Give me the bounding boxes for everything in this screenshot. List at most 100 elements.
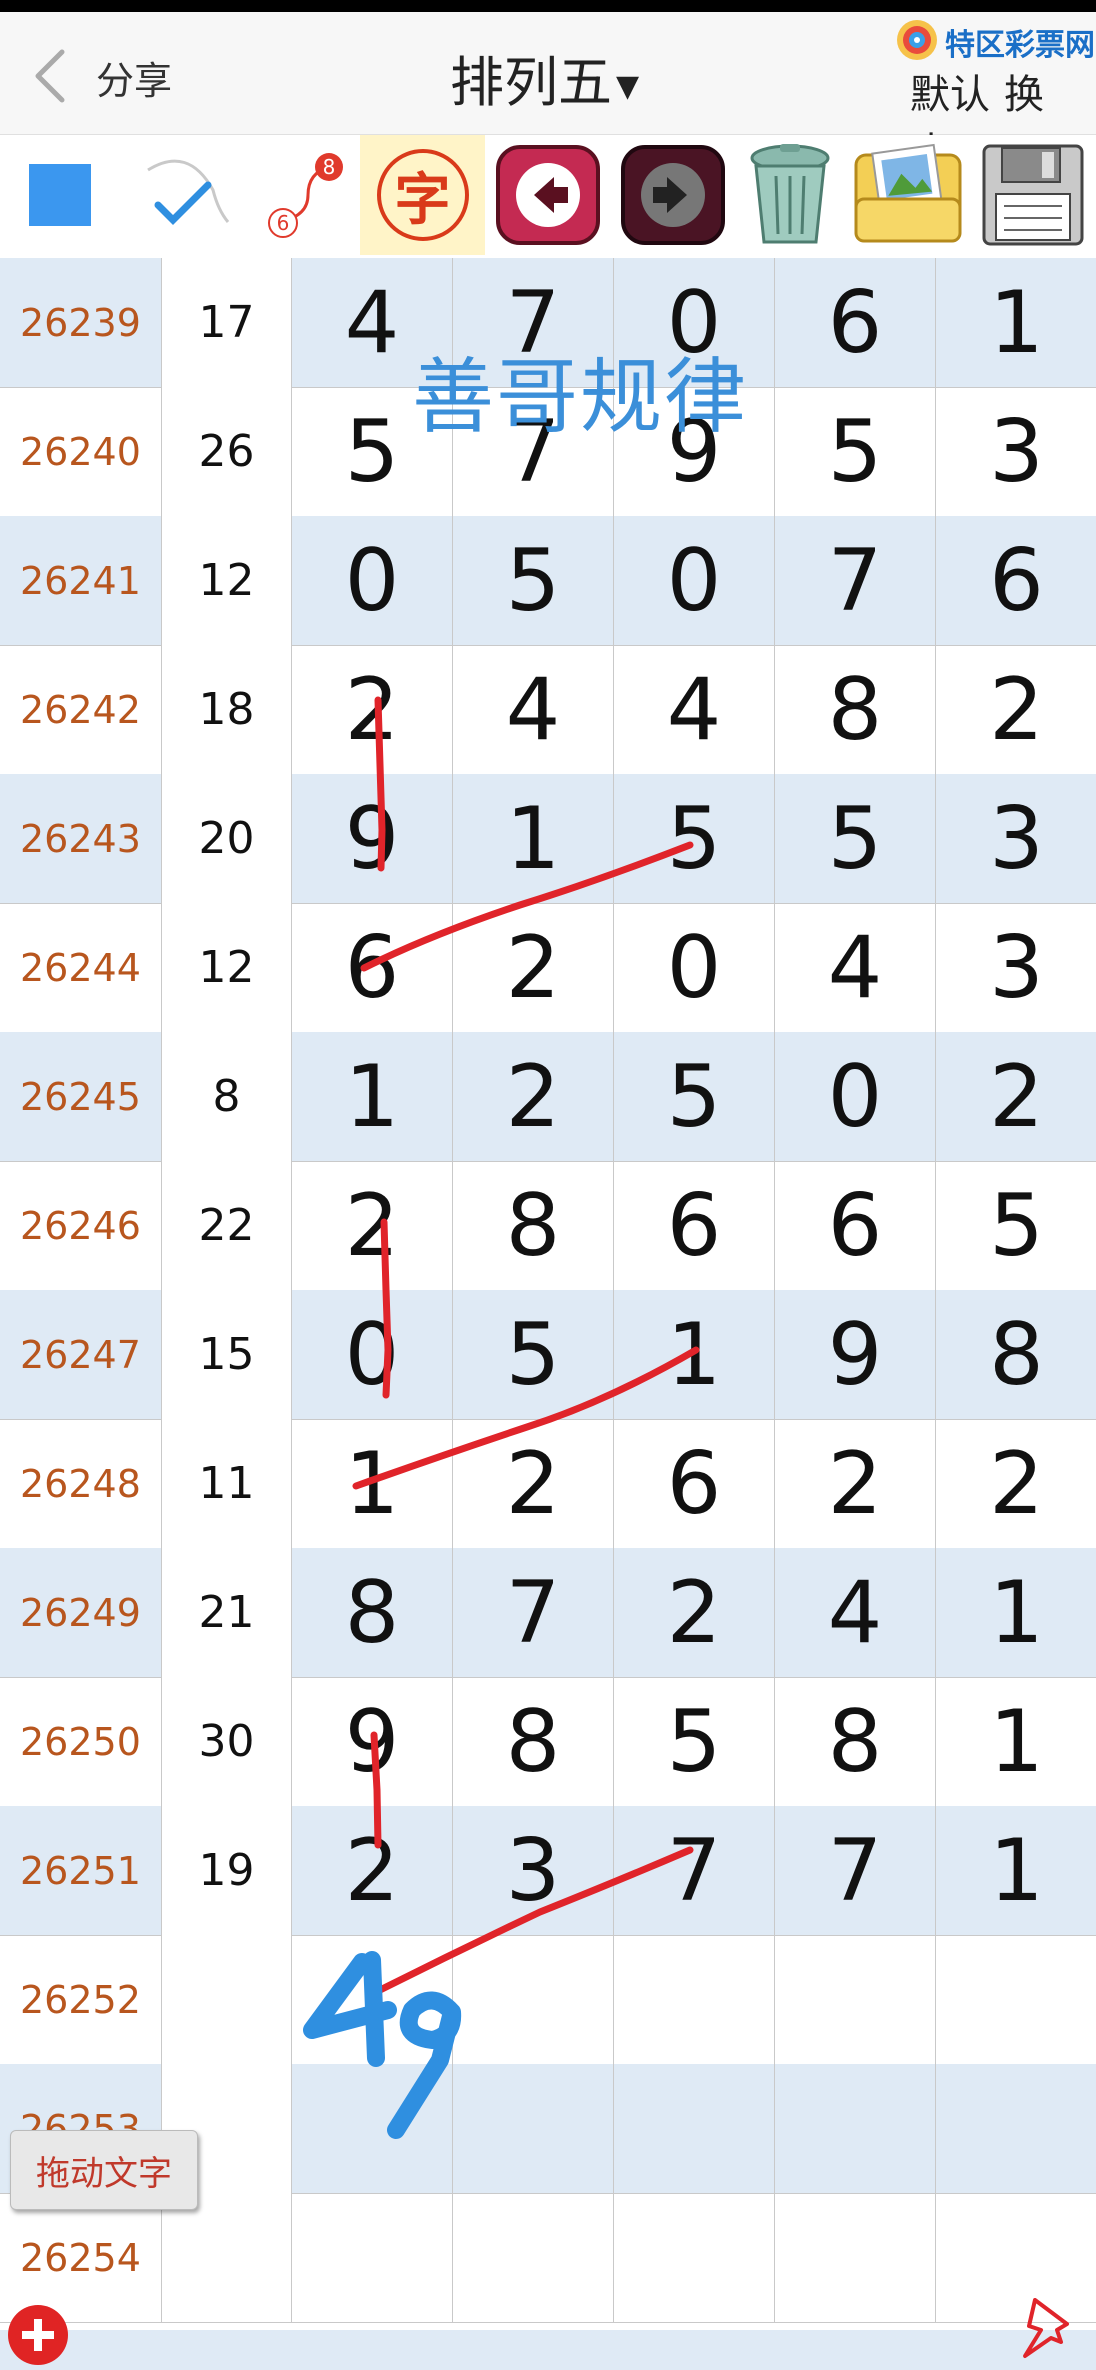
- digit-cell[interactable]: 5: [453, 1290, 614, 1419]
- sum-value: 12: [162, 903, 292, 1032]
- page-title-dropdown[interactable]: 排列五 ▼: [450, 38, 639, 117]
- digit-cell[interactable]: 5: [614, 1032, 775, 1161]
- color-picker-button[interactable]: [0, 135, 120, 255]
- digit-cell[interactable]: 7: [775, 516, 936, 645]
- digit-cell[interactable]: 0: [614, 516, 775, 645]
- digit-cell[interactable]: 1: [614, 1290, 775, 1419]
- digit-cell[interactable]: 8: [292, 1548, 453, 1677]
- photos-button[interactable]: [845, 135, 970, 255]
- digit-cell[interactable]: [453, 1935, 614, 2064]
- digit-cell[interactable]: [292, 1935, 453, 2064]
- digit-cell[interactable]: 8: [775, 645, 936, 774]
- digit-cell[interactable]: [614, 1935, 775, 2064]
- digit-cell[interactable]: 7: [775, 1806, 936, 1935]
- pen-tool-button[interactable]: [120, 135, 245, 255]
- photo-folder-icon: [854, 143, 961, 243]
- digit-cell[interactable]: 9: [292, 1677, 453, 1806]
- digit-cell[interactable]: 9: [292, 774, 453, 903]
- digit-cell[interactable]: 6: [775, 258, 936, 387]
- sum-value: 30: [162, 1677, 292, 1806]
- digit-cell[interactable]: 0: [292, 1290, 453, 1419]
- digit-cell[interactable]: 5: [453, 516, 614, 645]
- sum-value: 21: [162, 1548, 292, 1677]
- digit-cell[interactable]: [453, 2064, 614, 2193]
- digit-cell[interactable]: 2: [775, 1419, 936, 1548]
- issue-number: 26252: [0, 1935, 162, 2064]
- digit-cell[interactable]: 4: [614, 645, 775, 774]
- digit-cell[interactable]: 2: [453, 903, 614, 1032]
- sum-value: 26: [162, 387, 292, 516]
- sum-value: [162, 1935, 292, 2064]
- digit-cell[interactable]: 2: [936, 1032, 1096, 1161]
- digit-cell[interactable]: 6: [614, 1161, 775, 1290]
- digit-cell[interactable]: [614, 2193, 775, 2322]
- default-button[interactable]: 默认: [910, 72, 990, 118]
- digit-cell[interactable]: 2: [292, 645, 453, 774]
- digit-cell[interactable]: 4: [453, 645, 614, 774]
- digit-cell[interactable]: 3: [936, 387, 1096, 516]
- digit-cell[interactable]: 5: [614, 1677, 775, 1806]
- digit-cell[interactable]: [453, 2193, 614, 2322]
- digit-cell[interactable]: 5: [775, 774, 936, 903]
- digit-cell[interactable]: 5: [775, 387, 936, 516]
- digit-cell[interactable]: 7: [453, 1548, 614, 1677]
- digit-cell[interactable]: 8: [453, 1677, 614, 1806]
- pushpin-icon[interactable]: [1005, 2290, 1085, 2360]
- digit-cell[interactable]: 0: [614, 903, 775, 1032]
- digit-cell[interactable]: 5: [936, 1161, 1096, 1290]
- digit-cell[interactable]: 3: [936, 774, 1096, 903]
- digit-cell[interactable]: 2: [453, 1419, 614, 1548]
- digit-cell[interactable]: [614, 2064, 775, 2193]
- redo-button[interactable]: [610, 135, 735, 255]
- back-icon[interactable]: [30, 46, 70, 106]
- undo-button[interactable]: [485, 135, 610, 255]
- digit-cell[interactable]: [775, 1935, 936, 2064]
- digit-cell[interactable]: 0: [292, 516, 453, 645]
- digit-cell[interactable]: 6: [292, 903, 453, 1032]
- connect-tool-button[interactable]: 8 6: [245, 135, 360, 255]
- digit-cell[interactable]: 1: [292, 1032, 453, 1161]
- drag-text-button[interactable]: 拖动文字: [10, 2130, 198, 2210]
- digit-cell[interactable]: 3: [936, 903, 1096, 1032]
- digit-cell[interactable]: 1: [453, 774, 614, 903]
- digit-cell[interactable]: 7: [614, 1806, 775, 1935]
- digit-cell[interactable]: 1: [936, 1806, 1096, 1935]
- digit-cell[interactable]: 2: [453, 1032, 614, 1161]
- digit-cell[interactable]: 1: [936, 1548, 1096, 1677]
- digit-cell[interactable]: [936, 1935, 1096, 2064]
- digit-cell[interactable]: 9: [775, 1290, 936, 1419]
- digit-cell[interactable]: [936, 2064, 1096, 2193]
- trash-button[interactable]: [735, 135, 845, 255]
- digit-cell[interactable]: 8: [453, 1161, 614, 1290]
- digit-cell[interactable]: 0: [775, 1032, 936, 1161]
- digit-cell[interactable]: [775, 2064, 936, 2193]
- add-button[interactable]: [8, 2305, 68, 2365]
- digit-cell[interactable]: [292, 2064, 453, 2193]
- digit-cell[interactable]: 4: [775, 1548, 936, 1677]
- digit-cell[interactable]: 2: [614, 1548, 775, 1677]
- digit-cell[interactable]: 4: [775, 903, 936, 1032]
- text-tool-button[interactable]: 字: [360, 135, 485, 255]
- swirl-logo-icon: [897, 20, 937, 60]
- digit-cell[interactable]: [292, 2193, 453, 2322]
- digit-cell[interactable]: 6: [614, 1419, 775, 1548]
- logo-text: 特区彩票网: [945, 28, 1095, 63]
- save-button[interactable]: [970, 135, 1096, 255]
- digit-cell[interactable]: 1: [292, 1419, 453, 1548]
- digit-cell[interactable]: 6: [936, 516, 1096, 645]
- digit-cell[interactable]: 2: [292, 1806, 453, 1935]
- digit-cell[interactable]: 1: [936, 1677, 1096, 1806]
- digit-cell[interactable]: 8: [936, 1290, 1096, 1419]
- digit-cell[interactable]: 2: [292, 1161, 453, 1290]
- digit-cell[interactable]: 8: [775, 1677, 936, 1806]
- digit-cell[interactable]: 1: [936, 258, 1096, 387]
- share-button[interactable]: 分享: [96, 50, 172, 105]
- digit-cell[interactable]: 3: [453, 1806, 614, 1935]
- digit-cell[interactable]: [775, 2193, 936, 2322]
- digit-cell[interactable]: 2: [936, 645, 1096, 774]
- digit-cell[interactable]: 2: [936, 1419, 1096, 1548]
- sum-value: 8: [162, 1032, 292, 1161]
- digit-cell[interactable]: 5: [614, 774, 775, 903]
- table-row: 26243 20 9 1 5 5 3: [0, 774, 1096, 904]
- digit-cell[interactable]: 6: [775, 1161, 936, 1290]
